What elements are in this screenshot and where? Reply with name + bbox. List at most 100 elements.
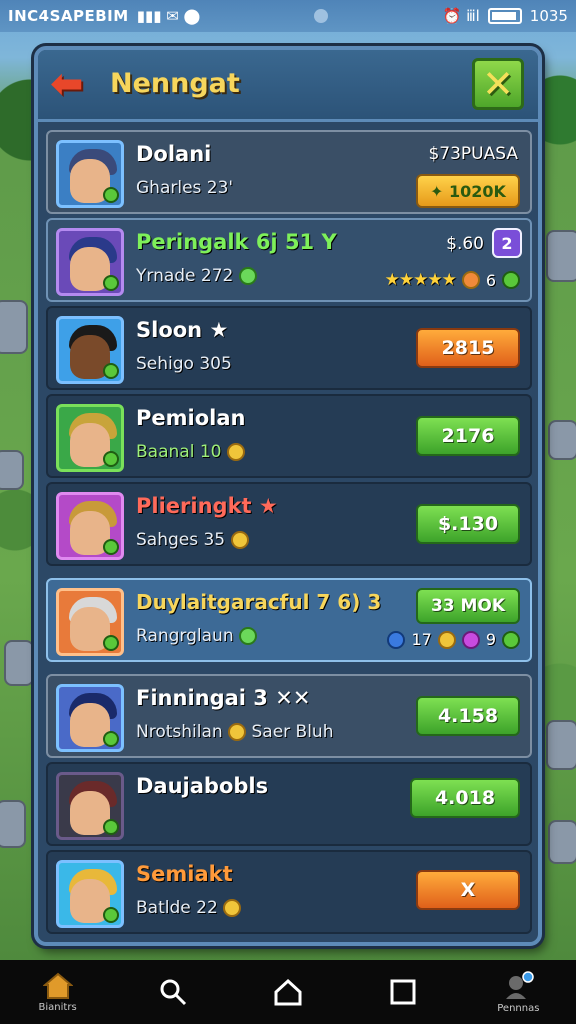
coin-icon [238, 267, 257, 285]
square-icon [390, 979, 416, 1005]
nav-search[interactable] [123, 960, 223, 1024]
nav-profile-label: Pennnas [497, 1002, 540, 1014]
player-name: Semiakt [136, 862, 233, 886]
avatar [56, 492, 124, 560]
player-subtitle: Yrnade 272 [136, 266, 257, 286]
player-subtitle: Batlde 22 [136, 898, 242, 918]
player-subtitle: Gharles 23' [136, 178, 234, 198]
rock-decoration [548, 820, 576, 864]
player-name: Pemiolan [136, 406, 246, 430]
player-name: Peringalk 6j 51 Y [136, 230, 337, 254]
list-item[interactable]: Plieringkt ★ Sahges 35 $.130 [46, 482, 532, 566]
player-name: Duylaitgaracful 7 6) 3 [136, 590, 382, 614]
action-button[interactable]: X [416, 870, 520, 910]
player-subtitle-text: Rangrglaun [136, 626, 234, 646]
player-list: Dolani Gharles 23' $73PUASA ✦ 1020K Peri… [46, 130, 532, 938]
rock-decoration [0, 450, 24, 490]
player-subtitle-text: Baanal 10 [136, 442, 222, 462]
player-subtitle-text: Batlde 22 [136, 898, 218, 918]
alarm-icon: ⏰ ⅲl [442, 7, 480, 25]
rank-badge: 2 [492, 228, 522, 258]
action-button[interactable]: $.130 [416, 504, 520, 544]
nav-home-label: Bianitrs [38, 1001, 77, 1013]
avatar [56, 588, 124, 656]
profile-icon [506, 970, 535, 999]
player-subtitle-text: Sahges 35 [136, 530, 226, 550]
rock-decoration [548, 420, 576, 460]
page-title: Nenngat [110, 68, 240, 99]
star-rating-icon: ★★★★★ [384, 270, 457, 290]
online-badge-icon [103, 635, 119, 651]
nav-system-home[interactable] [238, 960, 338, 1024]
action-button[interactable]: 4.018 [410, 778, 520, 818]
player-subtitle: Baanal 10 [136, 442, 245, 462]
meta-count-b: 9 [485, 630, 496, 649]
price-label: $.60 [446, 234, 484, 254]
nav-recents[interactable] [353, 960, 453, 1024]
back-arrow-icon[interactable]: ⬅ [50, 64, 96, 106]
list-item[interactable]: Duylaitgaracful 7 6) 3 Rangrglaun 33 MOK… [46, 578, 532, 662]
rock-decoration [0, 800, 26, 848]
coin-icon [226, 443, 245, 461]
list-item[interactable]: Peringalk 6j 51 Y Yrnade 272 $.60 2 ★★★★… [46, 218, 532, 302]
resource-meta: 17 9 [387, 630, 520, 649]
close-button[interactable]: ✕ [472, 58, 524, 110]
player-subtitle: Nrotshilan Saer Bluh [136, 722, 333, 742]
online-badge-icon [103, 275, 119, 291]
leaderboard-panel: ⬅ Nenngat ✕ Dolani Gharles 23' $73PUASA … [34, 46, 542, 946]
clock: 1035 [529, 7, 568, 25]
action-button[interactable]: 2815 [416, 328, 520, 368]
player-name: Daujabobls [136, 774, 269, 798]
player-subtitle: Rangrglaun [136, 626, 257, 646]
nav-home[interactable]: Bianitrs [8, 960, 108, 1024]
search-icon [160, 979, 186, 1006]
coin-icon [228, 723, 247, 741]
rock-decoration [546, 230, 576, 282]
camera-dot-icon [314, 9, 329, 23]
online-badge-icon [103, 451, 119, 467]
player-name: Sloon ★ [136, 318, 229, 342]
online-badge-icon [103, 363, 119, 379]
meta-count: 6 [485, 270, 496, 290]
player-subtitle: Sahges 35 [136, 530, 249, 550]
online-badge-icon [103, 187, 119, 203]
reward-button[interactable]: ✦ 1020K [416, 174, 520, 208]
check-icon [502, 271, 520, 289]
avatar [56, 404, 124, 472]
signal-icon: ▮▮▮ ✉ ⬤ [136, 7, 201, 25]
price-label: $73PUASA [428, 144, 518, 164]
list-item[interactable]: Daujabobls 4.018 [46, 762, 532, 846]
player-subtitle-text: Yrnade 272 [136, 266, 234, 286]
house-outline-icon [274, 978, 302, 1006]
avatar [56, 860, 124, 928]
list-item[interactable]: Dolani Gharles 23' $73PUASA ✦ 1020K [46, 130, 532, 214]
action-button[interactable]: 4.158 [416, 696, 520, 736]
status-bar: INC4SAPEBIM ▮▮▮ ✉ ⬤ ⏰ ⅲl 1035 [0, 0, 576, 32]
online-badge-icon [103, 539, 119, 555]
avatar [56, 140, 124, 208]
list-item[interactable]: Sloon ★ Sehigo 305 2815 [46, 306, 532, 390]
coin-icon [230, 531, 249, 549]
player-subtitle: Sehigo 305 [136, 354, 232, 374]
home-icon [42, 972, 73, 999]
player-subtitle-extra: Saer Bluh [251, 722, 334, 742]
bottom-nav-bar: Bianitrs Pennnas [0, 960, 576, 1024]
coin-icon [461, 271, 480, 289]
meta-count-a: 17 [411, 630, 432, 649]
list-item[interactable]: Finningai 3 ✕✕ Nrotshilan Saer Bluh 4.15… [46, 674, 532, 758]
player-name: Finningai 3 ✕✕ [136, 686, 311, 710]
coin-icon [239, 627, 257, 645]
action-button[interactable]: 33 MOK [416, 588, 520, 624]
online-badge-icon [103, 907, 119, 923]
rock-decoration [546, 720, 576, 770]
list-item[interactable]: Pemiolan Baanal 10 2176 [46, 394, 532, 478]
check-icon [502, 630, 520, 649]
online-badge-icon [103, 731, 119, 747]
coin-icon [437, 630, 456, 649]
rock-decoration [0, 300, 28, 354]
rating-meta: ★★★★★ 6 [385, 270, 520, 290]
coin-icon [223, 899, 242, 917]
list-item[interactable]: Semiakt Batlde 22 X [46, 850, 532, 934]
nav-profile[interactable]: Pennnas [468, 960, 568, 1024]
action-button[interactable]: 2176 [416, 416, 520, 456]
